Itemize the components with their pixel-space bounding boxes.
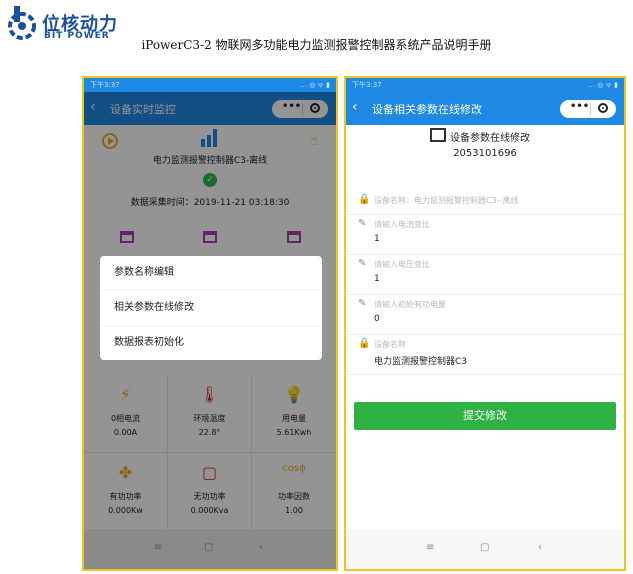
edit-form-icon — [430, 128, 446, 142]
field-initial-energy[interactable]: ✎ 请输入初始有功电量 0 — [346, 296, 624, 335]
lock-icon: 🔒 — [358, 338, 371, 349]
field-placeholder: 请输入电流变比 — [374, 220, 430, 229]
submit-button[interactable]: 提交修改 — [354, 402, 616, 430]
action-menu: 参数名称编辑 相关参数在线修改 数据报表初始化 — [100, 256, 322, 360]
pencil-icon: ✎ — [358, 218, 367, 229]
menu-item-edit-names[interactable]: 参数名称编辑 — [100, 256, 322, 291]
back-nav-icon[interactable]: ‹ — [259, 542, 263, 553]
nav-bar: ‹ 设备相关参数在线修改 ••• — [346, 92, 624, 125]
status-icons: … ◎ ᯤ ▮ — [299, 81, 330, 89]
status-time: 下午3:37 — [352, 81, 382, 89]
field-placeholder: 请输入电压变比 — [374, 260, 430, 269]
home-nav-icon[interactable]: ▢ — [204, 542, 213, 553]
pencil-icon: ✎ — [358, 298, 367, 309]
phone-screenshot-param-edit: 下午3:37 … ◎ ᯤ ▮ ‹ 设备相关参数在线修改 ••• 设备参数在线修改… — [344, 76, 626, 571]
menu-nav-icon[interactable]: ≡ — [426, 542, 434, 553]
phone-screenshot-monitor: 下午3:37 … ◎ ᯤ ▮ ‹ 设备实时监控 ••• ☝ 电力监测报警控制器C… — [82, 76, 338, 571]
field-device-name-readonly: 🔒 设备名称：电力监测报警控制器C3--离线 — [346, 186, 624, 215]
field-voltage-ratio[interactable]: ✎ 请输入电压变比 1 — [346, 256, 624, 295]
status-time: 下午3:37 — [90, 81, 120, 89]
status-icons: … ◎ ᯤ ▮ — [587, 81, 618, 89]
field-placeholder: 设备名称 — [374, 340, 406, 349]
home-nav-icon[interactable]: ▢ — [480, 542, 489, 553]
field-value[interactable]: 1 — [374, 234, 380, 244]
menu-item-report-reset[interactable]: 数据报表初始化 — [100, 326, 322, 360]
field-current-ratio[interactable]: ✎ 请输入电流变比 1 — [346, 216, 624, 255]
menu-item-online-params[interactable]: 相关参数在线修改 — [100, 291, 322, 326]
field-device-name[interactable]: 🔒 设备名称 电力监测报警控制器C3 — [346, 336, 624, 375]
device-id: 2053101696 — [453, 148, 517, 159]
back-nav-icon[interactable]: ‹ — [538, 542, 542, 553]
close-target-icon[interactable] — [598, 103, 608, 113]
back-arrow-icon[interactable]: ‹ — [352, 99, 358, 115]
more-dots-icon[interactable]: ••• — [570, 101, 589, 112]
lock-icon: 🔒 — [358, 194, 371, 205]
miniprogram-capsule[interactable]: ••• — [560, 100, 616, 118]
field-value[interactable]: 1 — [374, 274, 380, 284]
field-placeholder: 设备名称：电力监测报警控制器C3--离线 — [374, 196, 519, 205]
android-nav-bar: ≡ ▢ ‹ — [346, 529, 624, 569]
field-placeholder: 请输入初始有功电量 — [374, 300, 446, 309]
android-nav-bar: ≡ ▢ ‹ — [84, 529, 336, 569]
field-value[interactable]: 0 — [374, 314, 380, 324]
nav-title: 设备相关参数在线修改 — [372, 103, 482, 116]
field-value[interactable]: 电力监测报警控制器C3 — [374, 354, 467, 367]
pencil-icon: ✎ — [358, 258, 367, 269]
status-bar: 下午3:37 … ◎ ᯤ ▮ — [346, 78, 624, 92]
menu-nav-icon[interactable]: ≡ — [154, 542, 162, 553]
status-bar: 下午3:37 … ◎ ᯤ ▮ — [84, 78, 336, 92]
form-header: 设备参数在线修改 — [450, 133, 530, 144]
document-title: iPowerC3-2 物联网多功能电力监测报警控制器系统产品说明手册 — [141, 38, 492, 52]
capsule-divider — [590, 103, 591, 115]
